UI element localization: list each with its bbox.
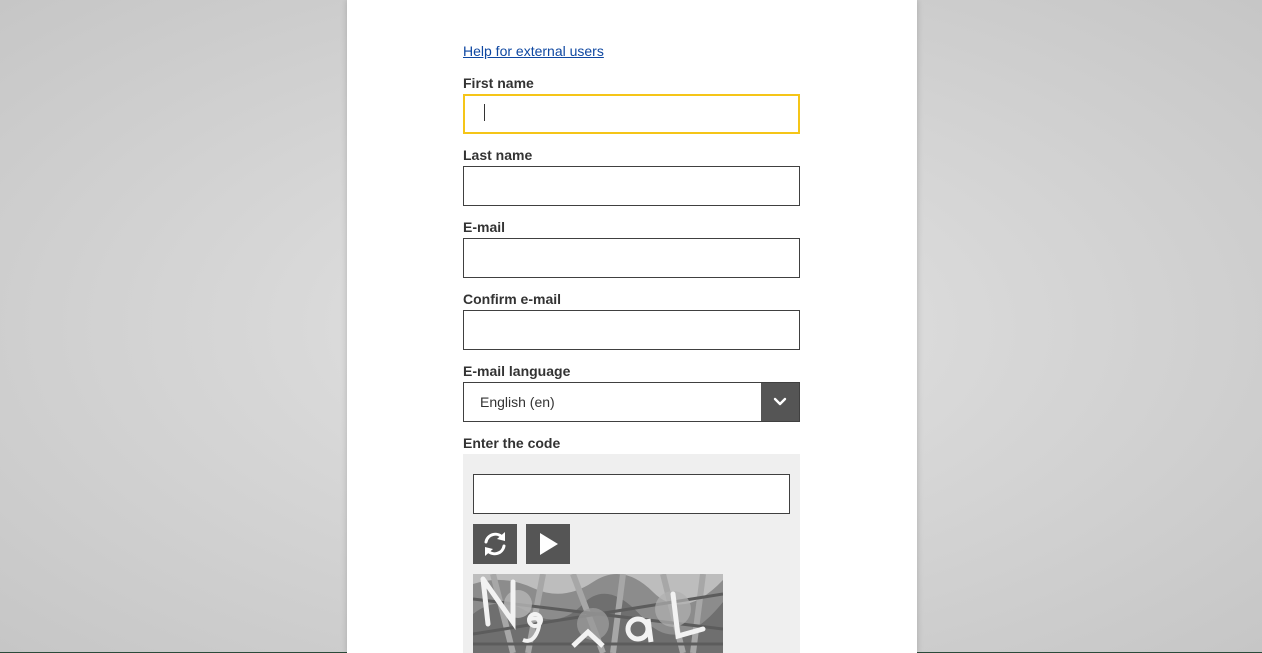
captcha-container [463,454,800,653]
confirm-email-input[interactable] [463,310,800,350]
last-name-label: Last name [463,147,533,163]
captcha-image [473,574,723,653]
play-icon [540,533,558,555]
captcha-code-input[interactable] [473,474,790,514]
email-label: E-mail [463,219,506,235]
enter-code-label: Enter the code [463,435,561,451]
form-panel: Help for external users First name Last … [347,0,917,653]
captcha-audio-play-button[interactable] [526,524,570,564]
chevron-down-icon [773,397,787,406]
email-language-value: English (en) [480,394,555,410]
email-language-select[interactable]: English (en) [463,382,800,422]
email-language-label: E-mail language [463,363,571,379]
last-name-input[interactable] [463,166,800,206]
help-external-users-link[interactable]: Help for external users [463,43,604,59]
text-caret [484,104,485,121]
email-input[interactable] [463,238,800,278]
captcha-noise-image [473,574,723,653]
confirm-email-label: Confirm e-mail [463,291,562,307]
first-name-input[interactable] [463,94,800,134]
captcha-refresh-button[interactable] [473,524,517,564]
dropdown-button[interactable] [761,383,799,421]
refresh-icon [484,532,506,556]
first-name-label: First name [463,75,534,91]
